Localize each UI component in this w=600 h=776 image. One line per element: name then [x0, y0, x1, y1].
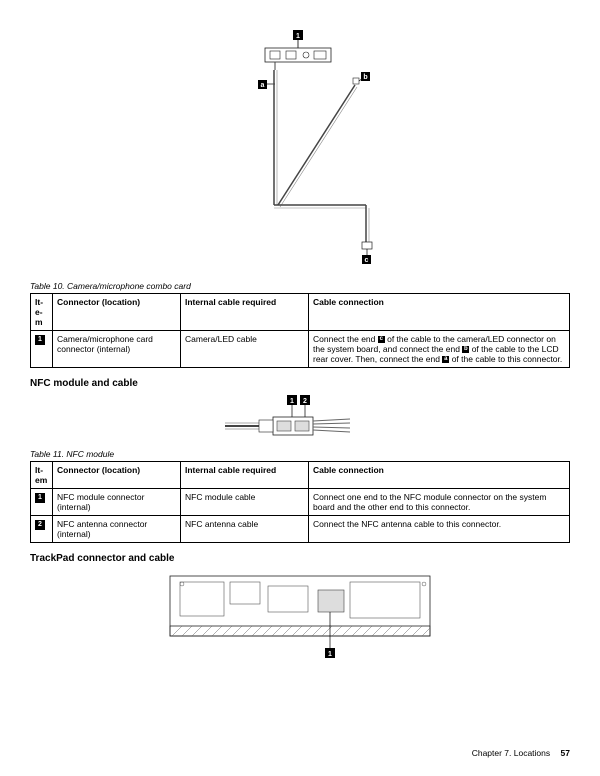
page-footer: Chapter 7. Locations 57 [472, 748, 570, 758]
svg-text:1: 1 [296, 33, 300, 40]
page-number: 57 [561, 748, 570, 758]
cell-connector: Camera/microphone card connector (intern… [53, 331, 181, 368]
svg-text:1: 1 [328, 651, 332, 658]
trackpad-heading: TrackPad connector and cable [30, 553, 570, 564]
nfc-heading: NFC module and cable [30, 378, 570, 389]
svg-text:a: a [261, 82, 265, 89]
trackpad-diagram: 1 [30, 570, 570, 662]
th-connection: Cable connection [309, 294, 570, 331]
cell-connection: Connect the NFC antenna cable to this co… [309, 516, 570, 543]
cell-connection: Connect the end c of the cable to the ca… [309, 331, 570, 368]
svg-text:2: 2 [303, 398, 307, 405]
table10: It- e- m Connector (location) Internal c… [30, 293, 570, 368]
svg-text:c: c [365, 257, 369, 264]
item-callout: 2 [35, 520, 45, 530]
th-connection: Cable connection [309, 462, 570, 489]
th-item: It- em [31, 462, 53, 489]
th-connector: Connector (location) [53, 462, 181, 489]
svg-text:b: b [363, 74, 367, 81]
nfc-svg: 1 2 [215, 395, 385, 443]
table-header-row: It- em Connector (location) Internal cab… [31, 462, 570, 489]
th-cable: Internal cable required [181, 462, 309, 489]
table-row: 1 Camera/microphone card connector (inte… [31, 331, 570, 368]
cell-connection: Connect one end to the NFC module connec… [309, 489, 570, 516]
cell-connector: NFC antenna connector (internal) [53, 516, 181, 543]
cell-cable: Camera/LED cable [181, 331, 309, 368]
camera-mic-svg: 1 a b c [170, 30, 430, 275]
cell-connector: NFC module connector (internal) [53, 489, 181, 516]
cell-cable: NFC antenna cable [181, 516, 309, 543]
table10-caption: Table 10. Camera/microphone combo card [30, 281, 570, 291]
th-item: It- e- m [31, 294, 53, 331]
nfc-diagram: 1 2 [30, 395, 570, 443]
svg-text:1: 1 [290, 398, 294, 405]
item-callout: 1 [35, 493, 45, 503]
cell-cable: NFC module cable [181, 489, 309, 516]
table11-caption: Table 11. NFC module [30, 449, 570, 459]
table11: It- em Connector (location) Internal cab… [30, 461, 570, 543]
item-callout: 1 [35, 335, 45, 345]
inline-c-icon: c [378, 336, 385, 343]
table-row: 1 NFC module connector (internal) NFC mo… [31, 489, 570, 516]
th-connector: Connector (location) [53, 294, 181, 331]
th-cable: Internal cable required [181, 294, 309, 331]
table-row: 2 NFC antenna connector (internal) NFC a… [31, 516, 570, 543]
trackpad-svg: 1 [160, 570, 440, 662]
camera-mic-diagram: 1 a b c [30, 30, 570, 275]
chapter-label: Chapter 7. Locations [472, 748, 550, 758]
table-header-row: It- e- m Connector (location) Internal c… [31, 294, 570, 331]
